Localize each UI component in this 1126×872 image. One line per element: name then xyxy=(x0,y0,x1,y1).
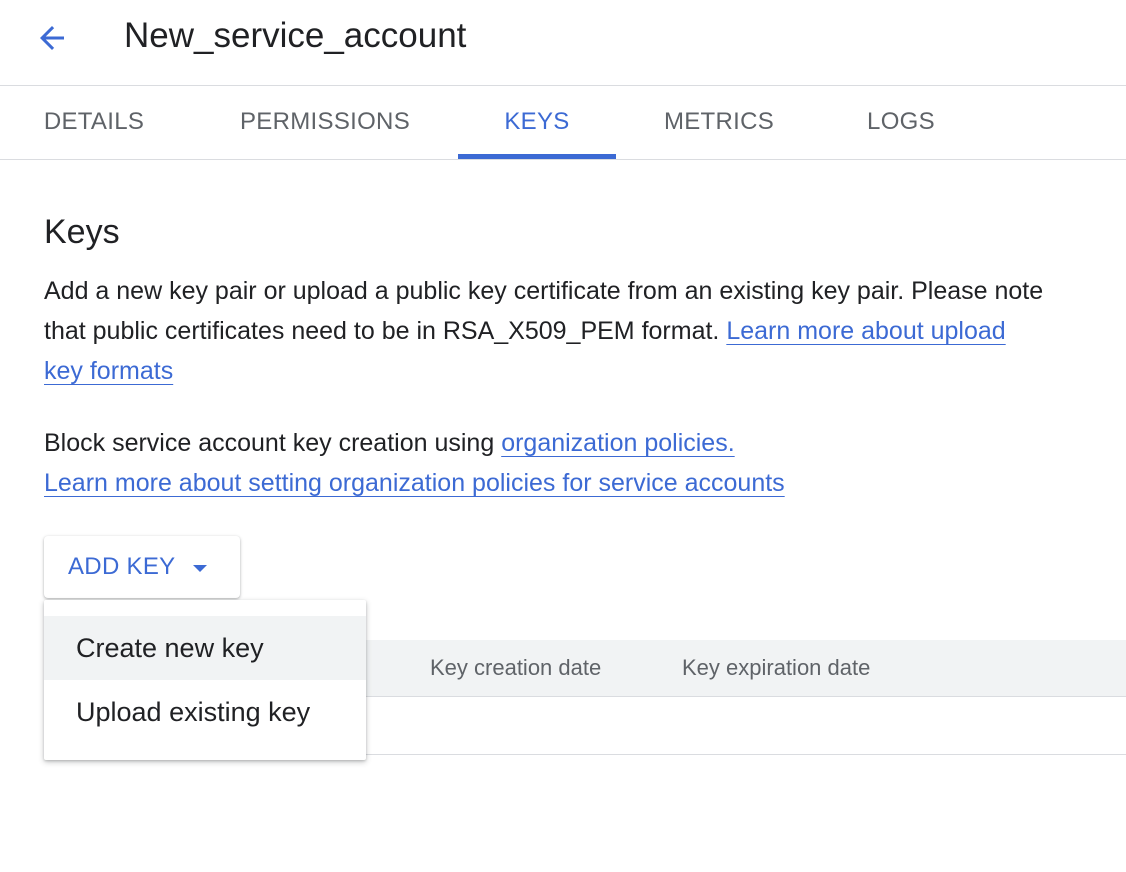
keys-description: Add a new key pair or upload a public ke… xyxy=(44,271,1044,391)
add-key-button[interactable]: ADD KEY xyxy=(44,536,240,598)
add-key-menu: Create new key Upload existing key xyxy=(44,600,366,760)
menu-item-upload-existing-key[interactable]: Upload existing key xyxy=(44,680,366,744)
org-policy-note: Block service account key creation using… xyxy=(44,423,1044,503)
tab-logs[interactable]: LOGS xyxy=(836,86,966,160)
organization-policies-link[interactable]: organization policies. xyxy=(501,429,734,457)
back-button[interactable] xyxy=(30,18,74,58)
block-key-creation-text: Block service account key creation using xyxy=(44,429,495,457)
page-header: New_service_account xyxy=(0,0,1126,86)
service-account-keys-page: New_service_account DETAILS PERMISSIONS … xyxy=(0,0,1126,872)
learn-more-org-policies-link[interactable]: Learn more about setting organization po… xyxy=(44,469,785,497)
column-header-key-expiration-date[interactable]: Key expiration date xyxy=(682,640,870,696)
page-title: New_service_account xyxy=(124,16,467,55)
section-title: Keys xyxy=(44,213,120,251)
active-tab-indicator xyxy=(458,154,616,159)
column-header-key-creation-date[interactable]: Key creation date xyxy=(430,640,601,696)
arrow-back-icon xyxy=(40,26,64,50)
tab-metrics[interactable]: METRICS xyxy=(650,86,788,160)
tab-details[interactable]: DETAILS xyxy=(0,86,188,160)
caret-down-icon xyxy=(193,565,207,572)
tab-keys[interactable]: KEYS xyxy=(458,86,616,160)
menu-item-create-new-key[interactable]: Create new key xyxy=(44,616,366,680)
add-key-label: ADD KEY xyxy=(68,553,176,580)
tab-permissions[interactable]: PERMISSIONS xyxy=(228,86,422,160)
tab-bar: DETAILS PERMISSIONS KEYS METRICS LOGS xyxy=(0,86,1126,160)
